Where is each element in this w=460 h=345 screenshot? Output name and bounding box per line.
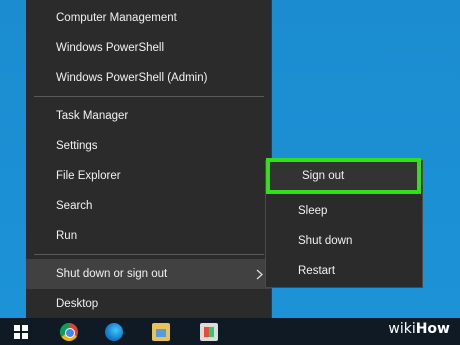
menu-item-desktop[interactable]: Desktop — [26, 289, 272, 319]
submenu-item-shut-down[interactable]: Shut down — [266, 226, 422, 256]
edge-icon[interactable] — [105, 323, 123, 341]
store-icon[interactable] — [152, 323, 170, 341]
app-icon[interactable] — [200, 323, 218, 341]
submenu-item-restart[interactable]: Restart — [266, 256, 422, 286]
wikihow-watermark: wikiHow — [388, 321, 450, 337]
winx-menu: Computer Management Windows PowerShell W… — [26, 0, 272, 326]
menu-separator — [34, 254, 264, 255]
menu-item-computer-management[interactable]: Computer Management — [26, 3, 272, 33]
menu-item-shut-down-or-sign-out[interactable]: Shut down or sign out — [26, 259, 272, 289]
submenu-item-sleep[interactable]: Sleep — [266, 196, 422, 226]
windows-start-icon[interactable] — [14, 325, 28, 339]
menu-item-windows-powershell-admin[interactable]: Windows PowerShell (Admin) — [26, 63, 272, 93]
chrome-icon[interactable] — [60, 323, 78, 341]
menu-item-file-explorer[interactable]: File Explorer — [26, 161, 272, 191]
sign-out-label: Sign out — [302, 170, 345, 182]
menu-separator — [34, 96, 264, 97]
menu-item-run[interactable]: Run — [26, 221, 272, 251]
menu-item-search[interactable]: Search — [26, 191, 272, 221]
menu-item-label: Shut down or sign out — [56, 268, 168, 280]
submenu-item-sign-out[interactable]: Sign out — [266, 158, 421, 194]
menu-item-windows-powershell[interactable]: Windows PowerShell — [26, 33, 272, 63]
menu-item-settings[interactable]: Settings — [26, 131, 272, 161]
chevron-right-icon — [254, 259, 264, 289]
menu-item-task-manager[interactable]: Task Manager — [26, 101, 272, 131]
